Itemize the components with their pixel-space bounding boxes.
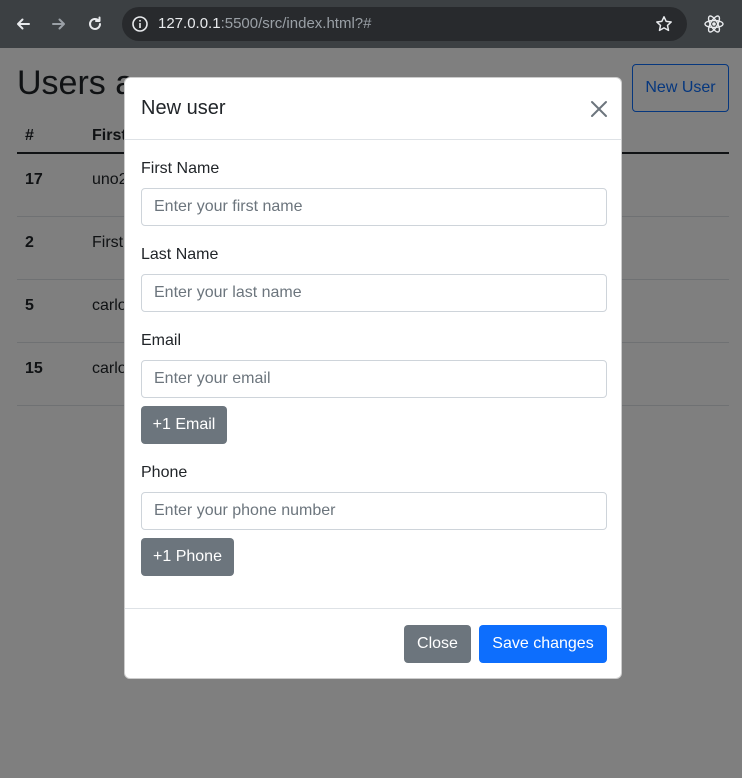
modal-header: New user xyxy=(125,78,621,140)
last-name-field[interactable] xyxy=(141,274,607,312)
add-email-button[interactable]: +1 Email xyxy=(141,406,227,444)
url-host: 127.0.0.1 xyxy=(158,15,221,32)
url-text: 127.0.0.1:5500/src/index.html?# xyxy=(158,15,371,32)
close-icon[interactable] xyxy=(589,99,609,119)
url-path: :5500/src/index.html?# xyxy=(220,15,372,32)
first-name-label: First Name xyxy=(141,160,220,177)
email-label: Email xyxy=(141,332,182,349)
new-user-modal: New user First Name Last Name Email +1 E… xyxy=(124,77,622,679)
first-name-field[interactable] xyxy=(141,188,607,226)
close-button[interactable]: Close xyxy=(404,625,471,663)
phone-label: Phone xyxy=(141,464,188,481)
last-name-label: Last Name xyxy=(141,246,219,263)
forward-arrow-icon[interactable] xyxy=(47,12,71,36)
modal-footer: Close Save changes xyxy=(125,608,621,678)
back-arrow-icon[interactable] xyxy=(11,12,35,36)
save-changes-button[interactable]: Save changes xyxy=(479,625,607,663)
react-extension-icon[interactable] xyxy=(703,13,725,35)
add-phone-button[interactable]: +1 Phone xyxy=(141,538,234,576)
browser-toolbar: 127.0.0.1:5500/src/index.html?# xyxy=(0,0,742,48)
modal-title: New user xyxy=(141,97,226,119)
bookmark-star-icon[interactable] xyxy=(655,15,673,33)
reload-icon[interactable] xyxy=(83,12,107,36)
site-info-icon[interactable] xyxy=(131,15,149,33)
address-bar[interactable]: 127.0.0.1:5500/src/index.html?# xyxy=(122,7,687,41)
phone-field[interactable] xyxy=(141,492,607,530)
email-field[interactable] xyxy=(141,360,607,398)
